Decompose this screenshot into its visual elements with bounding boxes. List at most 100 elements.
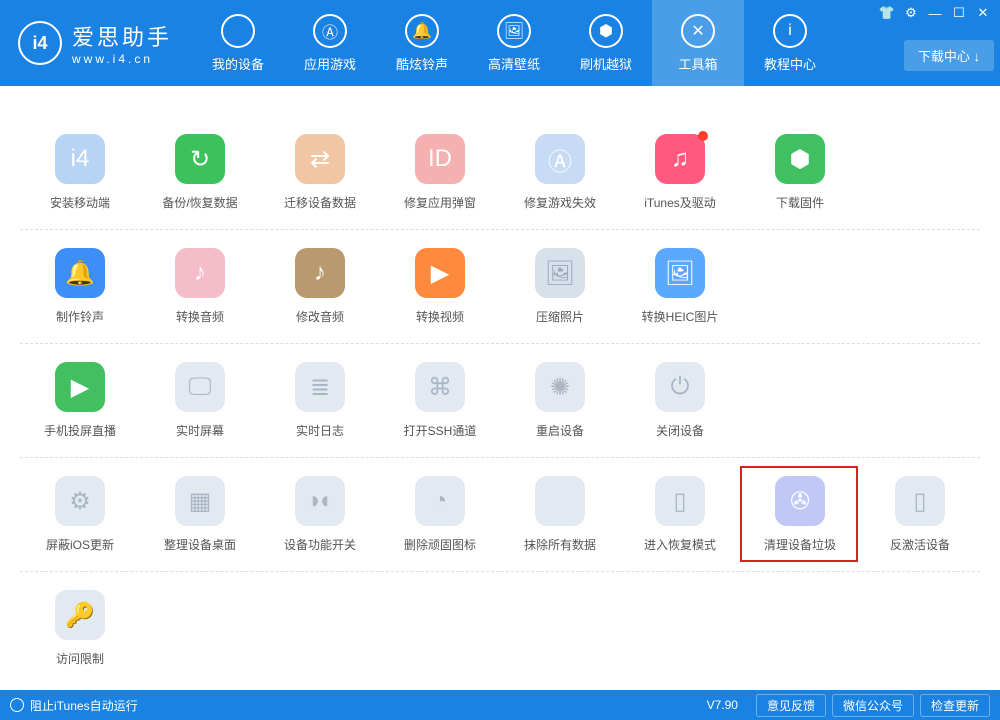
wechat-button[interactable]: 微信公众号 [832,694,914,717]
tool-label: 实时日志 [296,422,344,439]
tool-label: 转换视频 [416,308,464,325]
check-update-button[interactable]: 检查更新 [920,694,990,717]
tool-item[interactable]: 🖼 压缩照片 [500,248,620,325]
tool-icon: ⚙ [55,476,105,526]
tool-icon: ✺ [535,362,585,412]
tool-item[interactable]: ♫iTunes及驱动 [620,134,740,211]
tool-item[interactable]: 🖼 转换HEIC图片 [620,248,740,325]
nav-icon: ✕ [681,14,715,48]
tool-item[interactable]: 🔑访问限制 [20,590,140,667]
tool-icon: i4 [55,134,105,184]
tool-icon: ♪ [175,248,225,298]
tool-icon: ✇ [775,476,825,526]
tool-icon: ◔ [415,476,465,526]
tool-icon: ▦ [175,476,225,526]
tool-item[interactable]: 抹除所有数据 [500,476,620,553]
tool-item[interactable]: ≣ 实时日志 [260,362,380,439]
nav-label: 工具箱 [679,54,718,73]
tool-item[interactable]: ▯反激活设备 [860,476,980,553]
tool-label: 下载固件 [776,194,824,211]
tool-item[interactable]: ⬢ 下载固件 [740,134,860,211]
tool-icon: 🔔 [55,248,105,298]
minimize-button[interactable]: — [924,4,946,22]
badge-dot [698,131,708,141]
tool-item[interactable]: ⇄迁移设备数据 [260,134,380,211]
nav-label: 酷炫铃声 [396,54,448,73]
nav-item-1[interactable]: Ⓐ应用游戏 [284,0,376,86]
tool-label: 屏蔽iOS更新 [46,536,114,553]
tool-item[interactable]: ID修复应用弹窗 [380,134,500,211]
tool-icon: ⬢ [775,134,825,184]
nav-item-3[interactable]: 🖼高清壁纸 [468,0,560,86]
logo-icon: i4 [18,21,62,65]
tool-icon: 🖼 [535,248,585,298]
tool-label: 修复游戏失效 [524,194,596,211]
nav-item-5[interactable]: ✕ 工具箱 [652,0,744,86]
tool-icon: ↻ [175,134,225,184]
tool-section-4: 🔑访问限制 [20,572,980,685]
theme-button[interactable]: 👕 [876,4,898,22]
tool-item[interactable]: ✇ 清理设备垃圾 [740,476,860,553]
tool-label: 转换音频 [176,308,224,325]
tool-label: 进入恢复模式 [644,536,716,553]
tool-item[interactable]: ▶手机投屏直播 [20,362,140,439]
tool-item[interactable]: ♪ 修改音频 [260,248,380,325]
nav-label: 我的设备 [212,54,264,73]
tool-item[interactable]: 🔔制作铃声 [20,248,140,325]
tool-item[interactable]: ♪ 转换音频 [140,248,260,325]
tool-label: 清理设备垃圾 [764,536,836,553]
tool-label: 转换HEIC图片 [642,308,719,325]
tool-item[interactable]: i4 安装移动端 [20,134,140,211]
nav-label: 高清壁纸 [488,54,540,73]
nav-icon: Ⓐ [313,14,347,48]
tool-label: 访问限制 [56,650,104,667]
tool-icon: ▯ [655,476,705,526]
app-url: www.i4.cn [72,52,172,66]
tool-item[interactable]: ⚙ 屏蔽iOS更新 [20,476,140,553]
tool-item[interactable]: ▦整理设备桌面 [140,476,260,553]
tool-section-3: ⚙ 屏蔽iOS更新 ▦整理设备桌面◑◐设备功能开关◔删除顽固图标抹除所有数据 ▯ 进入恢… [20,458,980,572]
footer: 阻止iTunes自动运行 V7.90 意见反馈 微信公众号 检查更新 [0,690,1000,720]
tool-label: 重启设备 [536,422,584,439]
tool-item[interactable]: 🖵实时屏幕 [140,362,260,439]
tool-label: 修改音频 [296,308,344,325]
tool-label: 压缩照片 [536,308,584,325]
nav-item-0[interactable]: 我的设备 [192,0,284,86]
feedback-button[interactable]: 意见反馈 [756,694,826,717]
tool-section-2: ▶手机投屏直播🖵实时屏幕 ≣ 实时日志 ⌘打开SSH通道 ✺ 重启设备 ⏻关闭设备 [20,344,980,458]
tool-label: 迁移设备数据 [284,194,356,211]
nav-item-6[interactable]: i教程中心 [744,0,836,86]
tool-item[interactable]: ✺ 重启设备 [500,362,620,439]
tool-icon: 🖼 [655,248,705,298]
tool-item[interactable]: ⏻关闭设备 [620,362,740,439]
toolbox-content: i4 安装移动端 ↻备份/恢复数据⇄迁移设备数据ID修复应用弹窗Ⓐ修复游戏失效♫iT… [0,86,1000,690]
close-button[interactable]: ✕ [972,4,994,22]
tool-item[interactable]: ▶ 转换视频 [380,248,500,325]
tool-item[interactable]: ↻备份/恢复数据 [140,134,260,211]
tool-icon: ▶ [415,248,465,298]
tool-label: 打开SSH通道 [404,422,477,439]
logo[interactable]: i4 爱思助手 www.i4.cn [18,20,172,66]
tool-item[interactable]: ◑◐设备功能开关 [260,476,380,553]
tool-icon [535,476,585,526]
tool-item[interactable]: ▯ 进入恢复模式 [620,476,740,553]
version-label: V7.90 [707,698,738,712]
tool-item[interactable]: ◔删除顽固图标 [380,476,500,553]
maximize-button[interactable]: ☐ [948,4,970,22]
nav-item-2[interactable]: 🔔酷炫铃声 [376,0,468,86]
tool-item[interactable]: Ⓐ修复游戏失效 [500,134,620,211]
block-itunes-toggle[interactable]: 阻止iTunes自动运行 [30,697,138,714]
tool-section-1: 🔔制作铃声 ♪ 转换音频 ♪ 修改音频 ▶ 转换视频 🖼 压缩照片 🖼 转换HEIC图片 [20,230,980,344]
nav-label: 刷机越狱 [580,54,632,73]
tool-icon: ▶ [55,362,105,412]
tool-icon: ♪ [295,248,345,298]
nav-item-4[interactable]: ⬢刷机越狱 [560,0,652,86]
radio-icon[interactable] [10,698,24,712]
logo-text: 爱思助手 www.i4.cn [72,20,172,66]
tool-label: 安装移动端 [50,194,110,211]
settings-button[interactable]: ⚙ [900,4,922,22]
download-center-button[interactable]: 下载中心 ↓ [904,40,994,71]
tool-item[interactable]: ⌘打开SSH通道 [380,362,500,439]
tool-label: 设备功能开关 [284,536,356,553]
tool-icon: ≣ [295,362,345,412]
